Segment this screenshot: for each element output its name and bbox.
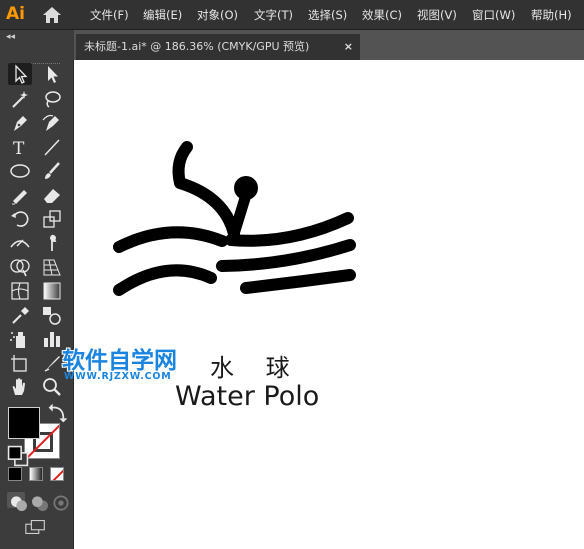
watermark-url: WWW.RJZXW.COM	[64, 371, 172, 382]
wave-upper-right	[225, 212, 354, 247]
artwork-title-english[interactable]: Water Polo	[175, 381, 319, 412]
watermark-title: 软件自学网	[62, 348, 177, 374]
wave-upper-left	[113, 226, 228, 253]
wave-lower-right	[240, 269, 356, 294]
artwork-title-chinese[interactable]: 水 球	[210, 348, 302, 383]
swimmer-arm-stroke	[172, 141, 240, 240]
water-polo-pictogram[interactable]	[0, 0, 584, 549]
wave-middle-right	[216, 239, 356, 272]
swimmer-forearm-stroke	[228, 189, 252, 240]
ball-head-shape	[234, 176, 258, 200]
wave-lower-left	[113, 264, 217, 296]
